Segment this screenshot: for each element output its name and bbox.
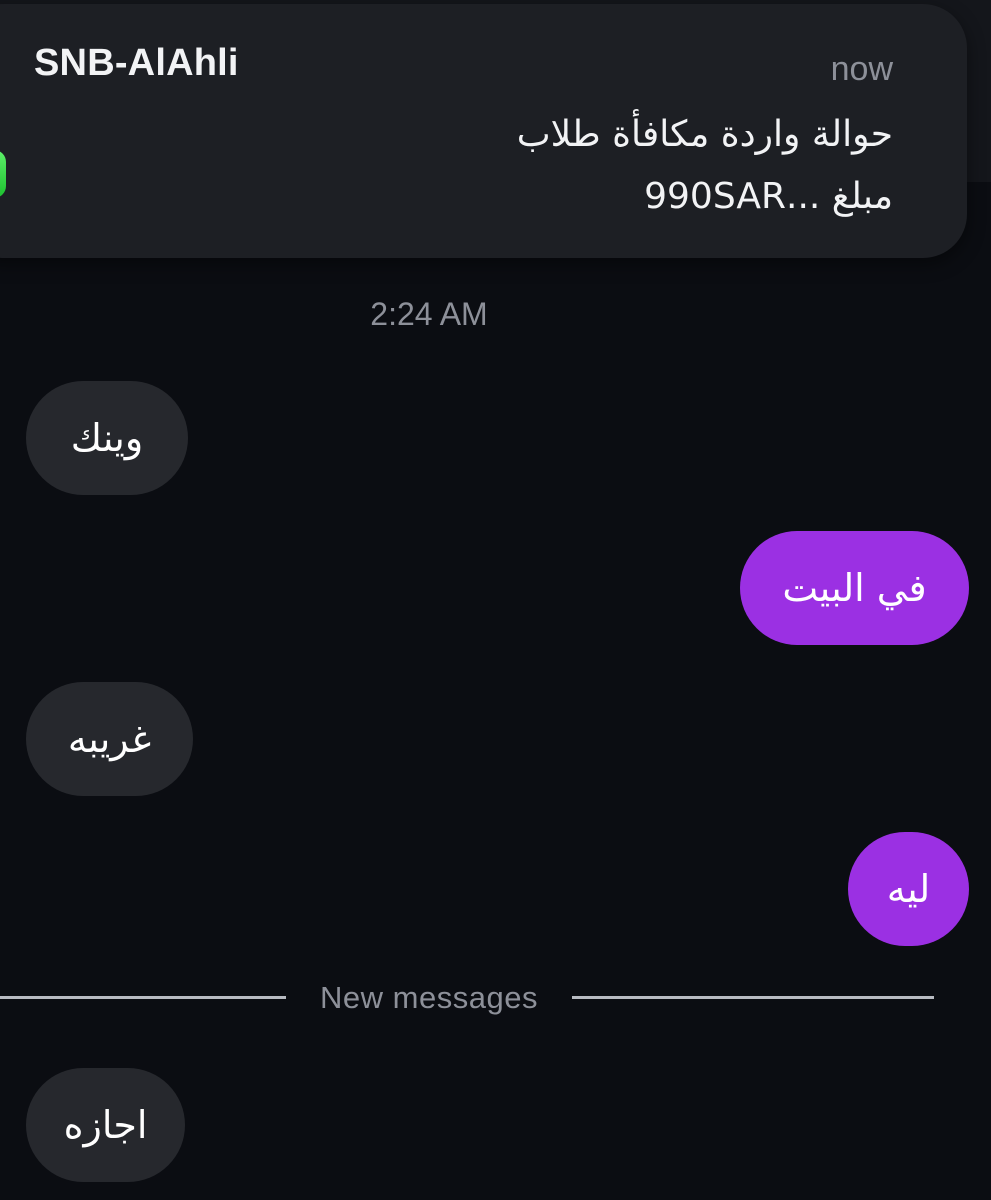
message-bubble-incoming[interactable]: غريبه xyxy=(26,682,193,796)
message-bubble-outgoing[interactable]: ليه xyxy=(848,832,969,946)
notification-preview-line: حوالة واردة مكافأة طلاب xyxy=(516,114,893,155)
message-text: ليه xyxy=(886,867,931,911)
message-bubble-incoming[interactable]: وينك xyxy=(26,381,188,495)
notification-sender: SNB-AlAhli xyxy=(34,42,239,84)
message-bubble-outgoing[interactable]: في البيت xyxy=(740,531,969,645)
messages-screen: SNB-AlAhli now حوالة واردة مكافأة طلاب م… xyxy=(0,0,991,1200)
new-messages-divider-right xyxy=(572,996,934,999)
notification-preview: حوالة واردة مكافأة طلاب مبلغ ...990SAR xyxy=(193,104,893,228)
message-bubble-incoming[interactable]: اجازه xyxy=(26,1068,185,1182)
message-text: وينك xyxy=(70,416,144,460)
messages-app-icon xyxy=(0,150,6,198)
message-text: غريبه xyxy=(67,717,152,761)
conversation-timestamp: 2:24 AM xyxy=(370,296,488,332)
notification-banner[interactable]: SNB-AlAhli now حوالة واردة مكافأة طلاب م… xyxy=(0,4,967,258)
message-text: اجازه xyxy=(63,1103,148,1147)
message-text: في البيت xyxy=(782,566,927,610)
new-messages-divider-left xyxy=(0,996,286,999)
notification-preview-line: مبلغ ...990SAR xyxy=(644,176,893,217)
new-messages-label: New messages xyxy=(320,980,538,1015)
notification-time: now xyxy=(830,50,893,88)
